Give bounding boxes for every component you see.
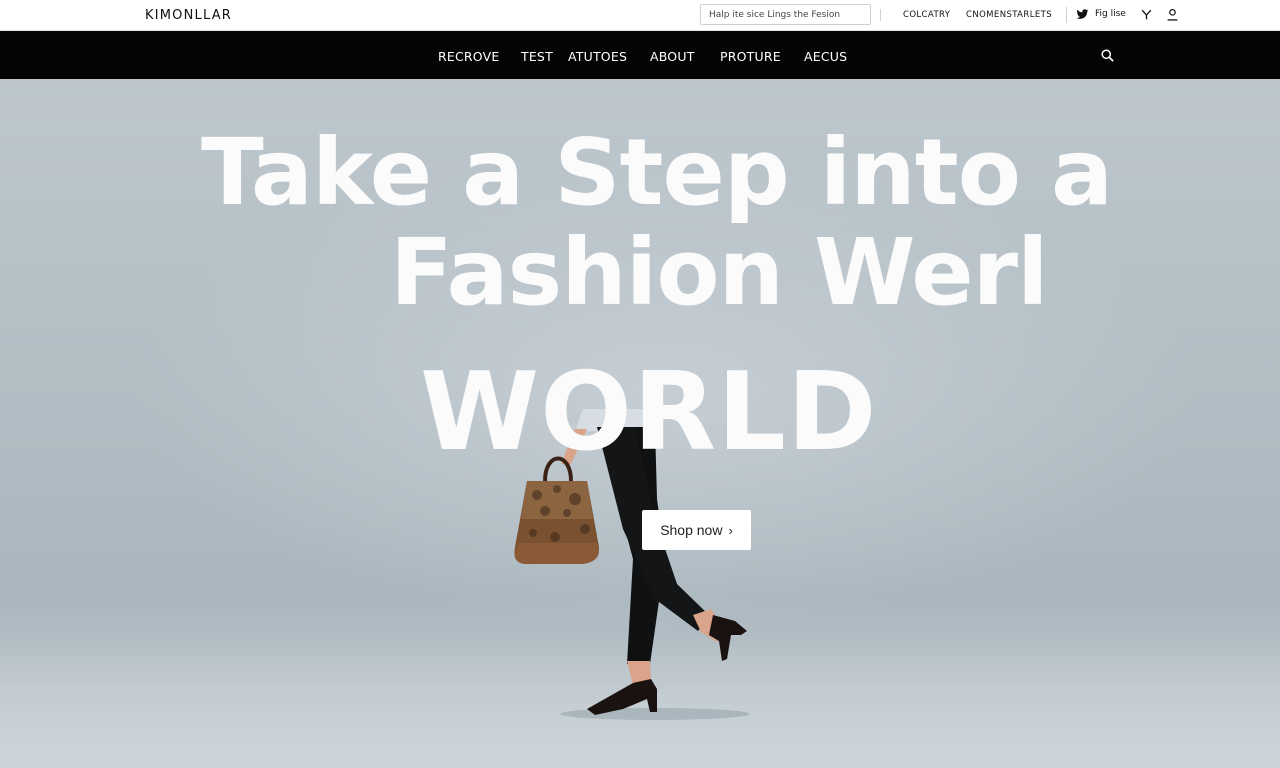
chevron-right-icon: › xyxy=(728,522,733,538)
y-icon[interactable] xyxy=(1140,8,1153,21)
topbar-divider xyxy=(880,9,881,21)
nav-item-aecus[interactable]: AECUS xyxy=(804,49,847,64)
topbar-separator xyxy=(1066,7,1067,23)
hero-headline-line-2: Fashion Werl xyxy=(390,219,1049,326)
hero-headline-line-3: WORLD xyxy=(420,350,878,475)
topbar-link-cnomenstarlets[interactable]: CNOMENSTARLETS xyxy=(966,10,1052,20)
nav-item-proture[interactable]: PROTURE xyxy=(720,49,781,64)
search-icon[interactable] xyxy=(1100,48,1115,63)
nav-item-atutoes[interactable]: ATUTOES xyxy=(568,49,627,64)
hero-headline-line-1: Take a Step into a xyxy=(201,119,1113,226)
social-label[interactable]: Fig lise xyxy=(1095,9,1126,19)
shop-now-button[interactable]: Shop now › xyxy=(642,510,751,550)
site-search-input[interactable] xyxy=(700,4,871,25)
hero-section: Take a Step into a Fashion Werl WORLD Sh… xyxy=(0,79,1280,768)
main-nav: RECROVE TEST ATUTOES ABOUT PROTURE AECUS xyxy=(0,31,1280,79)
shop-now-label: Shop now xyxy=(660,522,723,538)
brand-logo[interactable]: KIMONLLAR xyxy=(145,8,232,23)
nav-item-recrove[interactable]: RECROVE xyxy=(438,49,499,64)
user-icon[interactable] xyxy=(1166,8,1179,21)
twitter-icon[interactable] xyxy=(1076,8,1089,21)
nav-item-test[interactable]: TEST xyxy=(521,49,553,64)
topbar-link-colcatry[interactable]: COLCATRY xyxy=(903,10,950,20)
nav-item-about[interactable]: ABOUT xyxy=(650,49,695,64)
top-utility-bar: KIMONLLAR COLCATRY CNOMENSTARLETS Fig li… xyxy=(0,0,1280,31)
